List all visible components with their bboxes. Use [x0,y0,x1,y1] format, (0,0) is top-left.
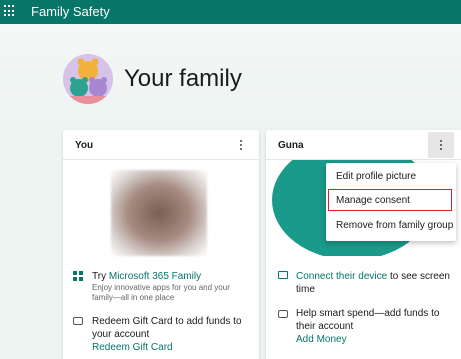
m365-prefix: Try [92,271,109,282]
m365-promo: Try Microsoft 365 Family Enjoy innovativ… [92,270,252,303]
member-name: Guna [278,140,304,151]
more-options-icon[interactable] [434,138,448,152]
card-header: You [63,130,259,160]
member-card-you: You Try Microsoft 365 Family Enjoy innov… [63,130,259,359]
add-money-row: Help smart spend—add funds to their acco… [296,307,456,346]
money-icon [278,310,288,318]
microsoft-365-icon [73,271,83,281]
add-money-link[interactable]: Add Money [296,333,456,346]
member-name: You [75,140,94,151]
m365-link[interactable]: Microsoft 365 Family [109,271,201,282]
menu-item-remove-from-family-group[interactable]: Remove from family group [336,220,453,231]
m365-description: Enjoy innovative apps for you and your f… [92,283,230,302]
more-options-icon[interactable] [234,138,248,152]
top-bar: Family Safety [0,0,461,24]
app-launcher-icon[interactable] [4,5,16,17]
profile-photo [111,170,207,256]
page-title: Your family [124,65,242,92]
gift-card-row: Redeem Gift Card to add funds to your ac… [92,315,252,354]
connect-device-link[interactable]: Connect their device [296,271,387,282]
add-money-text: Help smart spend—add funds to their acco… [296,308,440,332]
gift-card-icon [73,317,83,325]
redeem-gift-card-link[interactable]: Redeem Gift Card [92,341,252,354]
family-avatar [63,54,113,104]
app-title[interactable]: Family Safety [31,4,110,19]
gift-card-text: Redeem Gift Card to add funds to your ac… [92,316,242,340]
context-menu: Edit profile picture Manage consent Remo… [326,163,456,241]
device-icon [278,271,288,279]
connect-device-row: Connect their device to see screen time [296,270,456,296]
menu-item-manage-consent[interactable]: Manage consent [336,195,410,206]
menu-item-edit-profile-picture[interactable]: Edit profile picture [336,171,416,182]
card-header: Guna [266,130,461,160]
